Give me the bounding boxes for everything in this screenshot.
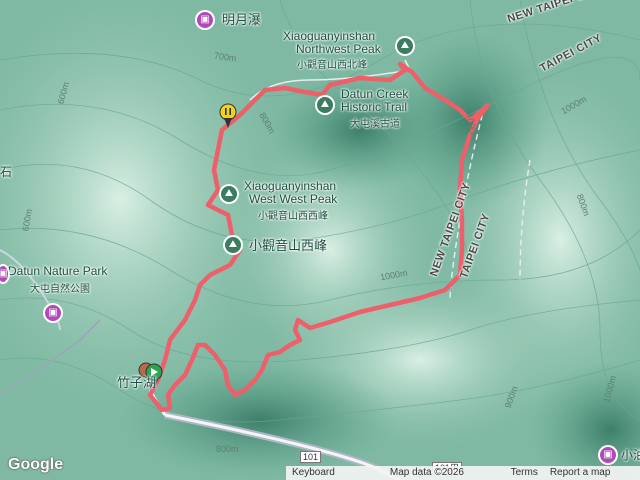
datun-trail-mountain-icon[interactable]: ⛰ — [317, 97, 333, 113]
waterfall-poi-icon[interactable]: ▣ — [197, 12, 213, 28]
wwp-label-zh[interactable]: 小觀音山西西峰 — [258, 207, 328, 222]
zhuzihu-label[interactable]: 竹子湖 — [117, 376, 156, 389]
google-logo[interactable]: Google — [8, 456, 63, 474]
wwp-label-line2[interactable]: West West Peak — [249, 193, 337, 206]
map-view[interactable]: ▣ 明月瀑 Xiaoguanyinshan Northwest Peak 小觀音… — [0, 0, 640, 480]
nature-park-poi-icon[interactable]: ▣ — [45, 305, 61, 321]
terms-link[interactable]: Terms — [505, 466, 544, 480]
partial-left-label: 石 — [0, 165, 13, 179]
contour-label: 800m — [216, 444, 239, 454]
wwp-mountain-icon[interactable]: ⛰ — [221, 186, 237, 202]
nw-peak-label-line2[interactable]: Northwest Peak — [296, 43, 381, 56]
west-peak-mountain-icon[interactable]: ⛰ — [225, 237, 241, 253]
nature-park-label-en[interactable]: Datun Nature Park — [8, 265, 107, 278]
partial-bottom-right-label[interactable]: 小油 — [621, 449, 640, 462]
datun-trail-label-zh[interactable]: 大屯溪古道 — [350, 115, 400, 130]
attribution-bar: Keyboard shortcuts Map data ©2026 Google… — [286, 466, 640, 480]
nw-peak-mountain-icon[interactable]: ⛰ — [397, 38, 413, 54]
mingyue-waterfall-label[interactable]: 明月瀑 — [222, 13, 261, 26]
west-peak-label-zh[interactable]: 小觀音山西峰 — [249, 239, 327, 252]
keyboard-shortcuts-link[interactable]: Keyboard shortcuts — [286, 466, 384, 480]
nature-park-label-zh[interactable]: 大屯自然公園 — [30, 280, 90, 295]
nw-peak-label-zh[interactable]: 小觀音山西北峰 — [297, 56, 367, 71]
datun-trail-label-line2[interactable]: Historic Trail — [341, 101, 407, 114]
road-shield-101[interactable]: 101 — [300, 451, 322, 463]
map-data-text: Map data ©2026 Google — [389, 467, 464, 478]
report-error-link[interactable]: Report a map error — [544, 466, 640, 480]
bottom-right-poi-icon[interactable]: ▣ — [600, 447, 616, 463]
